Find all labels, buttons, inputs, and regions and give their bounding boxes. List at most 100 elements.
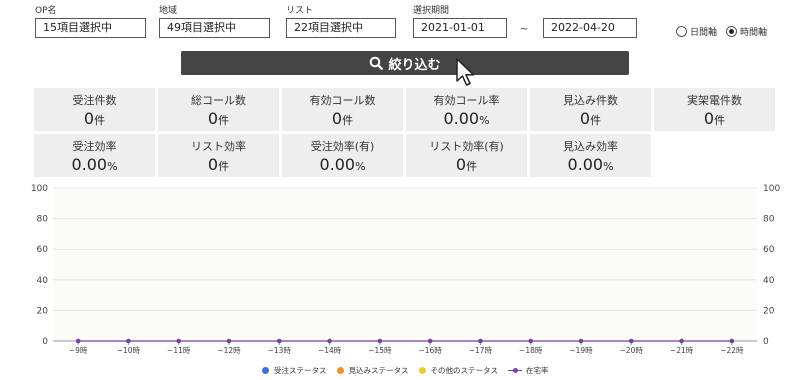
stat-card-value: 0.00% xyxy=(34,156,155,176)
data-point[interactable] xyxy=(478,338,483,344)
stat-value-number: 0 xyxy=(703,109,715,128)
legend-item-prospect-status[interactable]: 見込みステータス xyxy=(336,365,409,376)
stat-value-unit: 件 xyxy=(218,160,230,173)
stat-value-number: 0 xyxy=(331,109,343,128)
op-select[interactable]: 15項目選択中 xyxy=(35,18,146,38)
data-point[interactable] xyxy=(176,338,182,344)
x-tick-label: ~20時 xyxy=(620,346,644,355)
stat-card: 見込み件数 0件 xyxy=(530,88,651,131)
stat-value-number: 0 xyxy=(83,109,95,128)
radio-daily-axis[interactable]: 日間軸 xyxy=(676,25,717,38)
stat-value-unit: 件 xyxy=(590,114,602,127)
mouse-cursor-icon xyxy=(456,58,475,86)
stat-value-number: 0.00 xyxy=(567,155,604,174)
stat-card: リスト効率 0件 xyxy=(158,134,279,177)
stat-card: 受注効率(有) 0.00% xyxy=(282,134,403,177)
filter-submit-button[interactable]: 絞り込む xyxy=(181,51,629,75)
data-point[interactable] xyxy=(226,338,232,344)
legend-item-home-rate[interactable]: 在宅率 xyxy=(508,365,549,376)
stat-card-title: リスト効率 xyxy=(191,140,246,153)
y-tick-label-right: 40 xyxy=(763,276,775,286)
stat-value-unit: 件 xyxy=(218,114,230,127)
stat-value-number: 0 xyxy=(207,109,219,128)
x-tick-label: ~16時 xyxy=(418,346,442,355)
y-tick-label-left: 20 xyxy=(37,306,49,316)
legend-item-order-status[interactable]: 受注ステータス xyxy=(262,365,327,376)
x-tick-label: ~17時 xyxy=(469,346,493,355)
x-tick-label: ~13時 xyxy=(268,346,292,355)
stat-card: 受注件数 0件 xyxy=(34,88,155,131)
data-point[interactable] xyxy=(427,338,433,344)
stat-card: 有効コール数 0件 xyxy=(282,88,403,131)
stat-card-title: 有効コール率 xyxy=(433,94,500,107)
stat-value-unit: % xyxy=(107,160,118,173)
data-point[interactable] xyxy=(578,338,584,344)
filter-submit-label: 絞り込む xyxy=(388,57,441,73)
area-filter: 地域 49項目選択中 xyxy=(159,6,270,38)
stat-card: 有効コール率 0.00% xyxy=(406,88,527,131)
legend-label: 見込みステータス xyxy=(348,366,409,375)
x-tick-label: ~14時 xyxy=(318,346,342,355)
chart-legend: 受注ステータス 見込みステータス その他のステータス 在宅率 xyxy=(262,365,559,376)
plot-area xyxy=(53,188,757,341)
area-select[interactable]: 49項目選択中 xyxy=(159,18,270,38)
period-filter: 選択期間 2021-01-01 xyxy=(413,6,507,38)
stat-value-unit: 件 xyxy=(94,114,106,127)
data-point[interactable] xyxy=(628,338,634,344)
period-end-input[interactable]: 2022-04-20 xyxy=(543,18,637,38)
data-point[interactable] xyxy=(377,338,383,344)
data-point[interactable] xyxy=(528,338,534,344)
search-icon xyxy=(370,56,384,70)
data-point[interactable] xyxy=(679,338,684,344)
x-tick-label: ~12時 xyxy=(217,346,241,355)
y-tick-label-left: 40 xyxy=(37,276,49,286)
data-point[interactable] xyxy=(327,338,332,344)
legend-label: 受注ステータス xyxy=(274,366,327,375)
orange-dot-icon xyxy=(336,367,344,374)
data-point[interactable] xyxy=(75,338,81,344)
list-select[interactable]: 22項目選択中 xyxy=(286,18,396,38)
y-tick-label-right: 80 xyxy=(763,215,775,225)
stat-card: リスト効率(有) 0件 xyxy=(406,134,527,177)
x-tick-label: ~9時 xyxy=(69,346,88,355)
hourly-line-chart: 0 0 20 20 40 40 60 60 80 80 100 100 ~9時 ~10時 ~11時 ~12時 ~… xyxy=(31,184,781,355)
x-tick-label: ~19時 xyxy=(569,346,593,355)
stat-value-unit: 件 xyxy=(466,160,478,173)
radio-circle-checked[interactable] xyxy=(726,26,738,37)
x-tick-label: ~22時 xyxy=(720,346,744,355)
legend-label: 在宅率 xyxy=(526,366,549,375)
data-point[interactable] xyxy=(126,338,131,344)
stat-card-title: 実架電件数 xyxy=(687,94,742,107)
op-filter-label: OP名 xyxy=(35,6,57,16)
data-point[interactable] xyxy=(276,338,282,344)
stat-card-title: 受注件数 xyxy=(72,94,117,107)
stat-value-unit: 件 xyxy=(342,114,354,127)
area-filter-label: 地域 xyxy=(159,6,178,16)
stat-card-title: 見込み件数 xyxy=(563,94,618,107)
legend-item-other-status[interactable]: その他のステータス xyxy=(418,365,499,376)
stat-card-value: 0件 xyxy=(34,110,155,130)
stat-card-value: 0件 xyxy=(158,110,279,130)
list-filter-label: リスト xyxy=(286,6,314,16)
axis-toggle: 日間軸 時間軸 xyxy=(676,25,776,38)
stat-value-unit: % xyxy=(603,160,614,173)
y-tick-label-left: 0 xyxy=(42,337,48,347)
stat-card: 受注効率 0.00% xyxy=(34,134,155,177)
stat-card-title: 総コール数 xyxy=(191,94,246,107)
radio-hourly-axis[interactable]: 時間軸 xyxy=(726,25,767,38)
x-tick-label: ~10時 xyxy=(117,346,141,355)
stat-card: 見込み効率 0.00% xyxy=(530,134,651,177)
stat-card-value: 0件 xyxy=(654,110,775,130)
stat-value-unit: 件 xyxy=(714,114,726,127)
purple-line-marker-icon xyxy=(508,367,522,374)
radio-circle[interactable] xyxy=(676,26,687,37)
legend-label: その他のステータス xyxy=(430,366,499,375)
data-point[interactable] xyxy=(729,338,735,344)
stat-value-number: 0.00 xyxy=(443,109,480,128)
stat-card-value: 0.00% xyxy=(406,110,527,130)
stat-value-number: 0 xyxy=(207,155,219,174)
period-start-input[interactable]: 2021-01-01 xyxy=(413,18,507,38)
stat-card-value: 0件 xyxy=(406,156,527,176)
stat-card-value: 0.00% xyxy=(282,156,403,176)
stat-card-title: リスト効率(有) xyxy=(429,140,504,153)
